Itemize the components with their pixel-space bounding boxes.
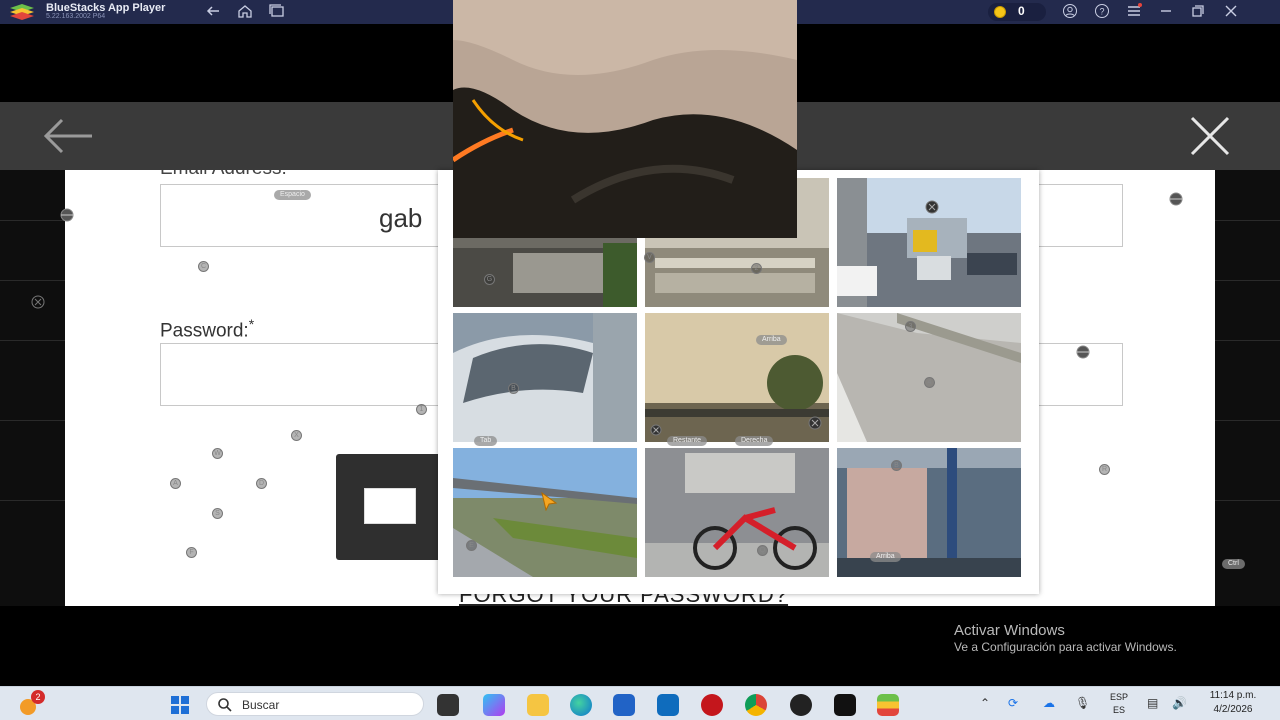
language-code[interactable]: ESP: [1108, 692, 1130, 702]
opera-icon[interactable]: [701, 694, 723, 716]
keymap-up-2: Arriba: [870, 552, 901, 562]
app-version: 5.22.163.2002 P64: [46, 13, 106, 20]
keymap-a: A: [170, 478, 181, 489]
multi-instance-icon[interactable]: [268, 3, 286, 21]
keymap-g: G: [484, 274, 495, 285]
microphone-icon[interactable]: 🎙: [1075, 696, 1090, 710]
file-explorer-icon[interactable]: [527, 694, 549, 716]
mouse-cursor-icon: [541, 491, 558, 511]
keymap-w: W: [212, 448, 223, 459]
keymap-close-icon-4: [925, 200, 939, 214]
mouse-icon-2: [1169, 192, 1183, 206]
clock-time[interactable]: 11:14 p.m.: [1203, 690, 1263, 701]
keyboard-layout[interactable]: ES: [1108, 705, 1130, 715]
keymap-close-icon: [31, 295, 45, 309]
captcha-tile-4[interactable]: [453, 313, 637, 442]
home-icon[interactable]: [236, 3, 254, 21]
back-arrow-icon[interactable]: [40, 116, 96, 156]
account-icon[interactable]: [1061, 3, 1079, 21]
keymap-v: V: [644, 252, 655, 263]
chrome-icon[interactable]: [745, 694, 767, 716]
windows-start-icon[interactable]: [170, 695, 190, 715]
password-label: Password:*: [160, 316, 254, 342]
password-label-text: Password:: [160, 320, 249, 342]
windows-taskbar: 2 Buscar ⌃ ⟳ ☁ 🎙 ESP ES ▤ 🔊 11:14 p.m. 4…: [0, 686, 1280, 720]
close-window-icon[interactable]: [1222, 3, 1240, 21]
bluestacks-taskbar-icon[interactable]: [877, 694, 899, 716]
keymap-4: 4: [924, 377, 935, 388]
svg-text:?: ?: [1099, 7, 1104, 17]
keymap-r: R: [1099, 464, 1110, 475]
keymap-up: Arriba: [756, 335, 787, 345]
keymap-close-icon-2: [650, 424, 662, 436]
left-margin: [0, 170, 65, 606]
app-icon[interactable]: [790, 694, 812, 716]
network-icon[interactable]: ▤: [1147, 696, 1158, 710]
right-margin: [1215, 170, 1280, 606]
captcha-tile-3[interactable]: [837, 178, 1021, 307]
outlook-icon[interactable]: [657, 694, 679, 716]
sync-icon[interactable]: ⟳: [1008, 696, 1018, 710]
close-icon[interactable]: [1186, 114, 1234, 158]
minimize-icon[interactable]: [1157, 3, 1175, 21]
keymap-space: Espacio: [274, 190, 311, 200]
back-nav-icon[interactable]: [204, 3, 222, 21]
search-icon: [218, 698, 232, 712]
required-mark: *: [248, 316, 255, 332]
keymap-remaining: Restante: [667, 436, 708, 446]
camera-overlay-photo: [453, 0, 797, 238]
coin-count: 0: [1018, 4, 1025, 18]
keymap-close-icon-3: [808, 416, 822, 430]
taskbar-search[interactable]: Buscar: [206, 692, 424, 716]
weather-widget[interactable]: 2: [18, 690, 45, 717]
keymap-f: F: [186, 547, 197, 558]
coin-counter[interactable]: 0: [988, 3, 1046, 21]
cloud-icon[interactable]: ☁: [1043, 696, 1055, 710]
edge-icon[interactable]: [570, 694, 592, 716]
keymap-ctrl: Ctrl: [1222, 559, 1245, 569]
clock-date[interactable]: 4/2/2026: [1203, 704, 1263, 715]
tiktok-icon[interactable]: [834, 694, 856, 716]
keymap-s: S: [212, 508, 223, 519]
keymap-e: E: [466, 540, 477, 551]
notification-badge: 2: [31, 690, 45, 704]
activate-windows-title: Activar Windows: [954, 622, 1065, 639]
copilot-icon[interactable]: [483, 694, 505, 716]
store-icon[interactable]: [613, 694, 635, 716]
keymap-b2: B: [891, 460, 902, 471]
bluestacks-logo-icon: [10, 4, 34, 20]
keymap-c: C: [198, 261, 209, 272]
search-placeholder: Buscar: [242, 698, 280, 712]
captcha-tile-9[interactable]: [837, 448, 1021, 577]
help-icon[interactable]: ?: [1093, 3, 1111, 21]
show-hidden-icons[interactable]: ⌃: [980, 696, 990, 710]
video-thumbnail[interactable]: [336, 454, 446, 560]
volume-icon[interactable]: 🔊: [1172, 696, 1187, 710]
keymap-x: X: [291, 430, 302, 441]
menu-icon[interactable]: [1125, 3, 1143, 21]
captcha-tile-5[interactable]: [645, 313, 829, 442]
mouse-icon-3: [1076, 345, 1090, 359]
coin-icon: [994, 6, 1006, 18]
keymap-1: 1: [416, 404, 427, 415]
restore-icon[interactable]: [1189, 3, 1207, 21]
keymap-d: D: [256, 478, 267, 489]
keymap-tab: Tab: [474, 436, 498, 446]
keymap-b: B: [508, 383, 519, 394]
activate-windows-subtitle: Ve a Configuración para activar Windows.: [954, 640, 1177, 654]
captcha-tile-8[interactable]: [645, 448, 829, 577]
keymap-q: Q: [757, 545, 768, 556]
screen: BlueStacks App Player 5.22.163.2002 P64 …: [0, 0, 1280, 720]
thumbnail-placeholder: [364, 488, 416, 524]
email-label: Email Address:: [160, 170, 287, 180]
keymap-3: 3: [905, 321, 916, 332]
mouse-icon: [60, 208, 74, 222]
task-view-icon[interactable]: [437, 694, 459, 716]
keymap-right: Derecha: [735, 436, 774, 446]
captcha-tile-7[interactable]: [453, 448, 637, 577]
keymap-2: 2: [751, 263, 762, 274]
email-value: gab: [379, 203, 423, 233]
